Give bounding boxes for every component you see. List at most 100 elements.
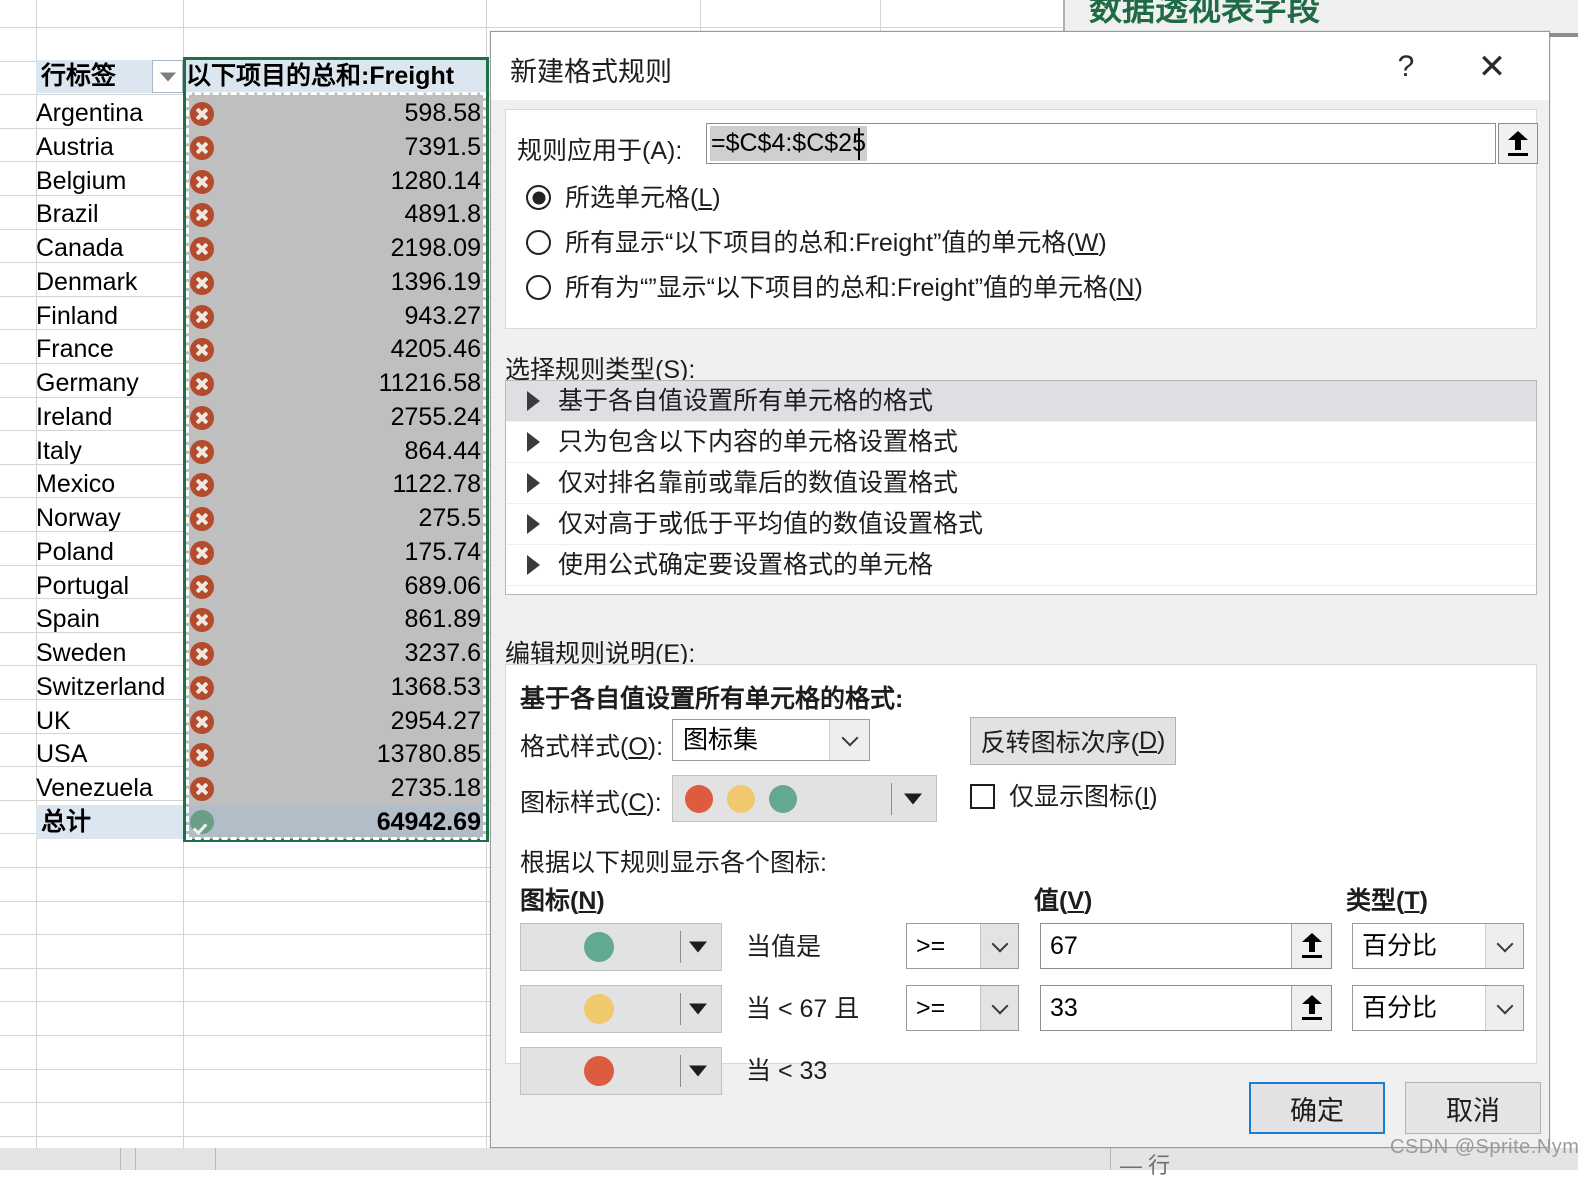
format-style-select[interactable]: 图标集 [672, 719, 870, 761]
rule-icon-dot [584, 932, 614, 962]
row-label-cell[interactable]: Poland [36, 536, 183, 569]
rule-value-input-2[interactable]: 33 [1040, 985, 1332, 1031]
rule-icon-select-3[interactable] [520, 1047, 722, 1095]
rule-icon-dot [584, 1056, 614, 1086]
rule-operator-select-1[interactable]: >= [906, 923, 1019, 969]
row-label-cell[interactable]: France [36, 333, 183, 366]
checkbox-icon [970, 784, 995, 809]
help-icon[interactable]: ? [1379, 46, 1433, 88]
applies-to-input[interactable]: =$C$4:$C$25 [706, 123, 1496, 164]
reverse-icon-order-button[interactable]: 反转图标次序(D) [970, 717, 1176, 765]
row-label-cell[interactable]: Argentina [36, 97, 183, 130]
chevron-down-icon[interactable] [980, 986, 1018, 1030]
rule-type-value: 百分比 [1362, 932, 1438, 960]
chrome-divider [120, 1148, 121, 1170]
rule-type-item-4[interactable]: 仅对高于或低于平均值的数值设置格式 [506, 504, 1536, 545]
row-label-cell[interactable]: Ireland [36, 401, 183, 434]
rules-caption: 根据以下规则显示各个图标: [520, 849, 827, 877]
applies-to-radio-1[interactable]: 所选单元格(L) [526, 178, 721, 214]
chevron-down-icon[interactable] [1485, 986, 1523, 1030]
close-icon[interactable]: ✕ [1465, 46, 1519, 88]
range-picker-icon[interactable] [1291, 924, 1331, 968]
chevron-down-icon[interactable] [689, 1065, 707, 1077]
applies-to-radio-label: 所有为“”显示“以下项目的总和:Freight”值的单元格(N) [565, 274, 1143, 302]
triangle-right-icon [527, 473, 540, 493]
row-label-cell[interactable]: Sweden [36, 637, 183, 670]
icon-style-select[interactable] [672, 775, 937, 822]
rule-type-item-3[interactable]: 仅对排名靠前或靠后的数值设置格式 [506, 463, 1536, 504]
rule-icon-select-2[interactable] [520, 985, 722, 1033]
icon-set-preview [685, 785, 797, 813]
chevron-down-icon[interactable] [689, 941, 707, 953]
row-label-cell[interactable]: Brazil [36, 198, 183, 231]
icon-set-dot-3 [769, 785, 797, 813]
dialog-title: 新建格式规则 [510, 57, 672, 87]
new-formatting-rule-dialog[interactable]: 新建格式规则 ? ✕ 规则应用于(A): =$C$4:$C$25 所选单元格(L… [490, 31, 1550, 1148]
row-label-cell[interactable]: Belgium [36, 165, 183, 198]
applies-to-radio-label: 所选单元格(L) [565, 184, 721, 212]
row-label-cell[interactable]: Spain [36, 603, 183, 636]
chevron-down-icon[interactable] [689, 1003, 707, 1015]
row-label-cell[interactable]: Norway [36, 502, 183, 535]
rule-type-item-2[interactable]: 只为包含以下内容的单元格设置格式 [506, 422, 1536, 463]
chevron-down-icon[interactable] [904, 793, 922, 804]
applies-to-radio-2[interactable]: 所有显示“以下项目的总和:Freight”值的单元格(W) [526, 223, 1107, 259]
chrome-divider [135, 1148, 136, 1170]
row-label-cell[interactable]: Venezuela [36, 772, 183, 805]
cancel-button[interactable]: 取消 [1405, 1082, 1541, 1134]
rule-type-list[interactable]: 基于各自值设置所有单元格的格式只为包含以下内容的单元格设置格式 仅对排名靠前或靠后… [505, 380, 1537, 595]
applies-to-radio-label: 所有显示“以下项目的总和:Freight”值的单元格(W) [565, 229, 1107, 257]
rule-type-item-5[interactable]: 使用公式确定要设置格式的单元格 [506, 545, 1536, 586]
selection-marching-ants [186, 92, 486, 840]
rule-value-text: 33 [1050, 994, 1078, 1022]
row-labels-filter-button[interactable] [152, 60, 183, 93]
rule-condition-text: 当值是 [746, 933, 822, 961]
applies-to-section: 规则应用于(A): =$C$4:$C$25 所选单元格(L) 所有显示“以下项目的… [505, 109, 1538, 329]
rule-operator-select-2[interactable]: >= [906, 985, 1019, 1031]
chevron-down-icon [159, 72, 176, 81]
pivottable-fields-title: 数据透视表字段 [1089, 0, 1320, 27]
text-caret [858, 128, 860, 160]
chrome-divider [215, 1148, 216, 1170]
row-label-cell[interactable]: Mexico [36, 468, 183, 501]
icon-set-dot-1 [685, 785, 713, 813]
radio-icon [526, 230, 551, 255]
rule-type-item-1[interactable]: 基于各自值设置所有单元格的格式 [506, 381, 1536, 422]
row-label-cell[interactable]: USA [36, 738, 183, 771]
row-label-cell[interactable]: Switzerland [36, 671, 183, 704]
divider [891, 783, 892, 815]
row-label-cell[interactable]: Finland [36, 300, 183, 333]
bottom-ghost-text: — 行 [1120, 1153, 1171, 1178]
chevron-down-icon[interactable] [829, 720, 869, 760]
row-label-cell[interactable]: UK [36, 705, 183, 738]
applies-to-value: =$C$4:$C$25 [710, 126, 867, 161]
row-label-cell[interactable]: Denmark [36, 266, 183, 299]
row-label-cell[interactable]: Portugal [36, 570, 183, 603]
applies-to-radio-3[interactable]: 所有为“”显示“以下项目的总和:Freight”值的单元格(N) [526, 268, 1143, 304]
watermark: CSDN @Sprite.Nym [1390, 1136, 1578, 1158]
sheet-bottom-chrome [0, 1148, 1578, 1170]
rule-condition-text: 当 < 33 [746, 1057, 828, 1085]
rule-type-select-2[interactable]: 百分比 [1352, 985, 1524, 1031]
chevron-down-icon[interactable] [1485, 924, 1523, 968]
ok-button[interactable]: 确定 [1249, 1082, 1385, 1134]
pivottable-fields-panel[interactable]: 数据透视表字段 [1063, 0, 1578, 33]
rule-type-item-label: 基于各自值设置所有单元格的格式 [558, 387, 934, 415]
chevron-down-icon[interactable] [980, 924, 1018, 968]
row-label-cell[interactable]: Austria [36, 131, 183, 164]
divider [680, 993, 681, 1025]
rule-icon-select-1[interactable] [520, 923, 722, 971]
row-label-cell[interactable]: Germany [36, 367, 183, 400]
radio-icon [526, 275, 551, 300]
grand-total-label[interactable]: 总计 [36, 805, 183, 839]
row-label-cell[interactable]: Canada [36, 232, 183, 265]
rule-type-select-1[interactable]: 百分比 [1352, 923, 1524, 969]
range-picker-icon[interactable] [1498, 123, 1538, 164]
rule-value-input-1[interactable]: 67 [1040, 923, 1332, 969]
icon-set-dot-2 [727, 785, 755, 813]
format-style-label: 格式样式(O): [520, 733, 664, 761]
range-picker-icon[interactable] [1291, 986, 1331, 1030]
rule-type-item-label: 仅对高于或低于平均值的数值设置格式 [558, 510, 984, 538]
row-label-cell[interactable]: Italy [36, 435, 183, 468]
show-icon-only-checkbox[interactable]: 仅显示图标(I) [970, 777, 1158, 813]
